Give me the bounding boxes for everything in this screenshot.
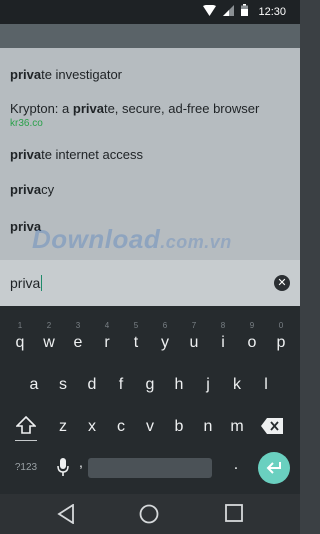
search-input[interactable]: priva — [10, 275, 43, 291]
status-bar: 12:30 — [0, 0, 300, 24]
key-r[interactable]: r4 — [93, 321, 121, 352]
key-p[interactable]: p0 — [267, 321, 295, 352]
key-j[interactable]: j — [194, 376, 222, 394]
wifi-icon — [203, 4, 216, 16]
shift-indicator — [15, 440, 37, 441]
key-b[interactable]: b — [165, 418, 193, 436]
suggestion-item[interactable]: private investigator — [10, 67, 290, 82]
back-icon[interactable] — [57, 504, 75, 524]
key-n[interactable]: n — [194, 418, 222, 436]
suggestion-item[interactable]: private internet access — [10, 147, 290, 162]
key-hint: 4 — [104, 321, 110, 330]
key-w[interactable]: w2 — [35, 321, 63, 352]
key-hint: 1 — [17, 321, 23, 330]
shift-icon[interactable] — [16, 416, 36, 434]
key-e[interactable]: e3 — [64, 321, 92, 352]
key-v[interactable]: v — [136, 418, 164, 436]
suggestion-match: priva — [10, 219, 42, 234]
key-hint: 8 — [220, 321, 226, 330]
recents-icon[interactable] — [225, 504, 243, 522]
key-hint: 5 — [133, 321, 139, 330]
suggestion-rest: te investigator — [41, 67, 123, 82]
key-f[interactable]: f — [107, 376, 135, 394]
backspace-icon[interactable] — [261, 418, 283, 434]
suggestion-rest: te, secure, ad-free browser — [103, 101, 260, 116]
key-c[interactable]: c — [107, 418, 135, 436]
suggestion-item[interactable]: privacy — [10, 182, 290, 197]
suggestion-prefix: Krypton: a — [10, 101, 73, 116]
signal-icon — [223, 4, 234, 16]
search-value: priva — [10, 275, 41, 291]
key-hint: 2 — [46, 321, 52, 330]
key-hint: 6 — [162, 321, 168, 330]
suggestion-item[interactable]: priva — [10, 219, 290, 234]
search-bar[interactable]: priva ✕ — [0, 260, 300, 306]
soft-keyboard: q1w2e3r4t5y6u7i8o9p0 asdfghjkl zxcvbnm ?… — [0, 306, 300, 494]
suggestion-match: priva — [72, 101, 104, 116]
suggestion-match: priva — [10, 182, 42, 197]
key-s[interactable]: s — [49, 376, 77, 394]
home-icon[interactable] — [139, 504, 159, 524]
key-z[interactable]: z — [49, 418, 77, 436]
key-t[interactable]: t5 — [122, 321, 150, 352]
key-g[interactable]: g — [136, 376, 164, 394]
key-l[interactable]: l — [252, 376, 280, 394]
text-caret — [41, 275, 43, 291]
status-time: 12:30 — [258, 6, 286, 18]
suggestion-item[interactable]: Krypton: a private, secure, ad-free brow… — [10, 101, 290, 129]
key-x[interactable]: x — [78, 418, 106, 436]
key-k[interactable]: k — [223, 376, 251, 394]
suggestion-rest: te internet access — [41, 147, 143, 162]
key-q[interactable]: q1 — [6, 321, 34, 352]
period-key[interactable]: . — [222, 456, 250, 474]
key-m[interactable]: m — [223, 418, 251, 436]
key-hint: 0 — [278, 321, 284, 330]
suggestion-list: private investigator Krypton: a private,… — [0, 48, 300, 260]
key-u[interactable]: u7 — [180, 321, 208, 352]
battery-icon — [241, 4, 248, 16]
key-o[interactable]: o9 — [238, 321, 266, 352]
suggestion-match: priva — [10, 67, 42, 82]
app-bar — [0, 24, 300, 48]
suggestion-url: kr36.co — [10, 118, 43, 129]
key-h[interactable]: h — [165, 376, 193, 394]
key-i[interactable]: i8 — [209, 321, 237, 352]
clear-icon[interactable]: ✕ — [274, 275, 290, 291]
key-a[interactable]: a — [20, 376, 48, 394]
key-d[interactable]: d — [78, 376, 106, 394]
key-y[interactable]: y6 — [151, 321, 179, 352]
status-icons — [203, 4, 248, 16]
suggestion-rest: cy — [41, 182, 55, 197]
key-hint: 7 — [191, 321, 197, 330]
symbols-key[interactable]: ?123 — [10, 462, 42, 473]
enter-icon — [266, 462, 281, 474]
key-hint: 3 — [75, 321, 81, 330]
suggestion-match: priva — [10, 147, 42, 162]
key-hint: 9 — [249, 321, 255, 330]
enter-button[interactable] — [258, 452, 290, 484]
navigation-bar — [0, 494, 300, 534]
space-bar[interactable] — [88, 458, 212, 478]
